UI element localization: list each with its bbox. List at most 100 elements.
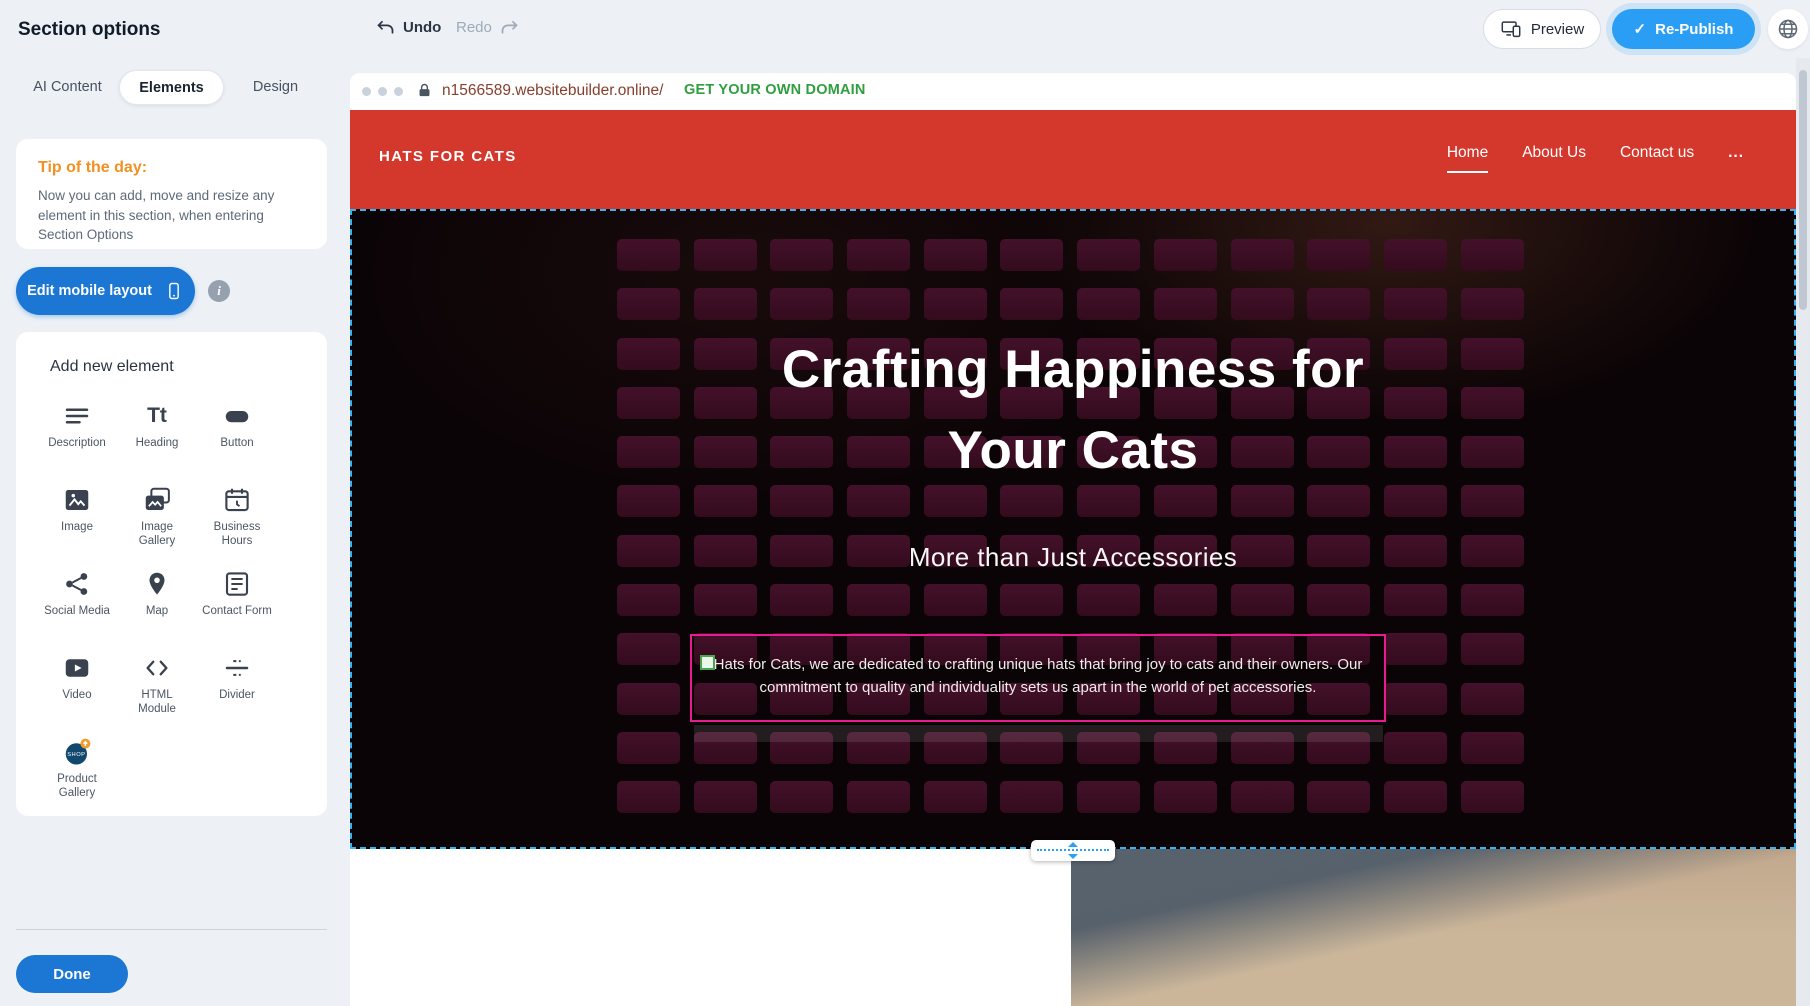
add-element-contact-form[interactable]: Contact Form (197, 568, 277, 652)
tab-design[interactable]: Design (224, 70, 327, 105)
selected-text-element[interactable]: Hats for Cats, we are dedicated to craft… (690, 634, 1386, 722)
add-element-video[interactable]: Video (37, 652, 117, 736)
add-element-label: HTML Module (122, 688, 192, 717)
tile (1231, 239, 1294, 271)
sidebar-divider (16, 929, 327, 930)
next-section (350, 849, 1796, 1006)
add-element-label: Video (42, 688, 112, 702)
add-element-title: Add new element (16, 332, 327, 376)
tile (1000, 239, 1063, 271)
tile (1384, 781, 1447, 813)
site-url[interactable]: n1566589.websitebuilder.online/ (442, 82, 663, 100)
tile (1077, 239, 1140, 271)
add-element-map[interactable]: Map (117, 568, 197, 652)
done-label: Done (53, 966, 91, 983)
republish-button[interactable]: ✓ Re-Publish (1612, 9, 1755, 49)
tile (770, 288, 833, 320)
hero-section[interactable]: Crafting Happiness for Your Cats More th… (350, 209, 1796, 849)
tile (1461, 683, 1524, 715)
section-resize-handle[interactable] (1031, 840, 1115, 861)
nav-item-contact[interactable]: Contact us (1620, 144, 1694, 162)
pavement-photo (1071, 849, 1796, 1006)
preview-label: Preview (1531, 21, 1584, 38)
tile (617, 732, 680, 764)
tip-body: Now you can add, move and resize any ele… (38, 186, 305, 245)
tile (1154, 781, 1217, 813)
tile (847, 239, 910, 271)
tile (1384, 239, 1447, 271)
info-icon[interactable]: i (208, 280, 230, 302)
get-domain-link[interactable]: GET YOUR OWN DOMAIN (684, 82, 866, 98)
hero-subheading[interactable]: More than Just Accessories (350, 539, 1796, 575)
image-icon (62, 484, 92, 516)
tile (1461, 239, 1524, 271)
add-element-divider[interactable]: Divider (197, 652, 277, 736)
add-element-image[interactable]: Image (37, 484, 117, 568)
add-element-product-gallery[interactable]: SHOP Product Gallery (37, 736, 117, 820)
tile (1154, 288, 1217, 320)
page-title: Section options (18, 19, 161, 41)
undo-button[interactable]: Undo (375, 17, 441, 38)
tile (847, 584, 910, 616)
tab-ai-content[interactable]: AI Content (16, 70, 119, 105)
business-hours-icon (222, 484, 252, 516)
edit-mobile-layout-button[interactable]: Edit mobile layout (16, 267, 195, 315)
add-element-label: Heading (122, 436, 192, 450)
tile (1000, 288, 1063, 320)
tile (1384, 633, 1447, 665)
tile (617, 288, 680, 320)
language-globe-button[interactable] (1768, 9, 1808, 49)
add-element-label: Business Hours (202, 520, 272, 549)
tile (924, 781, 987, 813)
tile (694, 288, 757, 320)
preview-button[interactable]: Preview (1483, 9, 1601, 49)
tile (617, 683, 680, 715)
phone-icon (164, 281, 184, 301)
add-element-business-hours[interactable]: Business Hours (197, 484, 277, 568)
resize-handle[interactable] (700, 655, 715, 670)
site-header: HATS FOR CATS Home About Us Contact us .… (350, 110, 1796, 209)
site-logo[interactable]: HATS FOR CATS (379, 148, 517, 165)
tile (617, 633, 680, 665)
add-element-heading[interactable]: Tt Heading (117, 400, 197, 484)
window-control-dots (362, 87, 403, 96)
topbar: Section options Undo Redo Preview ✓ Re-P… (0, 0, 1810, 58)
nav-item-home[interactable]: Home (1447, 144, 1488, 162)
tile (1231, 781, 1294, 813)
image-gallery-icon (142, 484, 172, 516)
sidebar: AI Content Elements Design Tip of the da… (0, 58, 350, 1006)
button-icon (222, 400, 252, 432)
tile (1000, 584, 1063, 616)
done-button[interactable]: Done (16, 955, 128, 993)
hero-heading[interactable]: Crafting Happiness for Your Cats (350, 329, 1796, 491)
add-element-button[interactable]: Button (197, 400, 277, 484)
browser-chrome: n1566589.websitebuilder.online/ GET YOUR… (350, 73, 1796, 110)
hero-paragraph[interactable]: Hats for Cats, we are dedicated to craft… (700, 653, 1376, 699)
tile (1384, 288, 1447, 320)
tab-elements[interactable]: Elements (119, 70, 224, 105)
add-element-description[interactable]: Description (37, 400, 117, 484)
video-icon (62, 652, 92, 684)
scrollbar-thumb[interactable] (1799, 70, 1807, 310)
tile (1461, 732, 1524, 764)
tile (1000, 781, 1063, 813)
devices-icon (1500, 18, 1522, 40)
tile (1307, 781, 1370, 813)
add-element-image-gallery[interactable]: Image Gallery (117, 484, 197, 568)
add-element-social-media[interactable]: Social Media (37, 568, 117, 652)
tile (770, 584, 833, 616)
tile (617, 584, 680, 616)
shop-icon: SHOP (62, 736, 92, 768)
site-nav: Home About Us Contact us ... (1447, 110, 1744, 196)
heading-icon: Tt (147, 400, 167, 432)
redo-icon (499, 17, 520, 38)
nav-more-button[interactable]: ... (1728, 144, 1744, 162)
add-element-html-module[interactable]: HTML Module (117, 652, 197, 736)
tile (1307, 584, 1370, 616)
tile (1077, 781, 1140, 813)
tile (1461, 633, 1524, 665)
nav-item-about[interactable]: About Us (1522, 144, 1586, 162)
tile (1307, 239, 1370, 271)
redo-button[interactable]: Redo (456, 17, 520, 38)
tile (924, 239, 987, 271)
